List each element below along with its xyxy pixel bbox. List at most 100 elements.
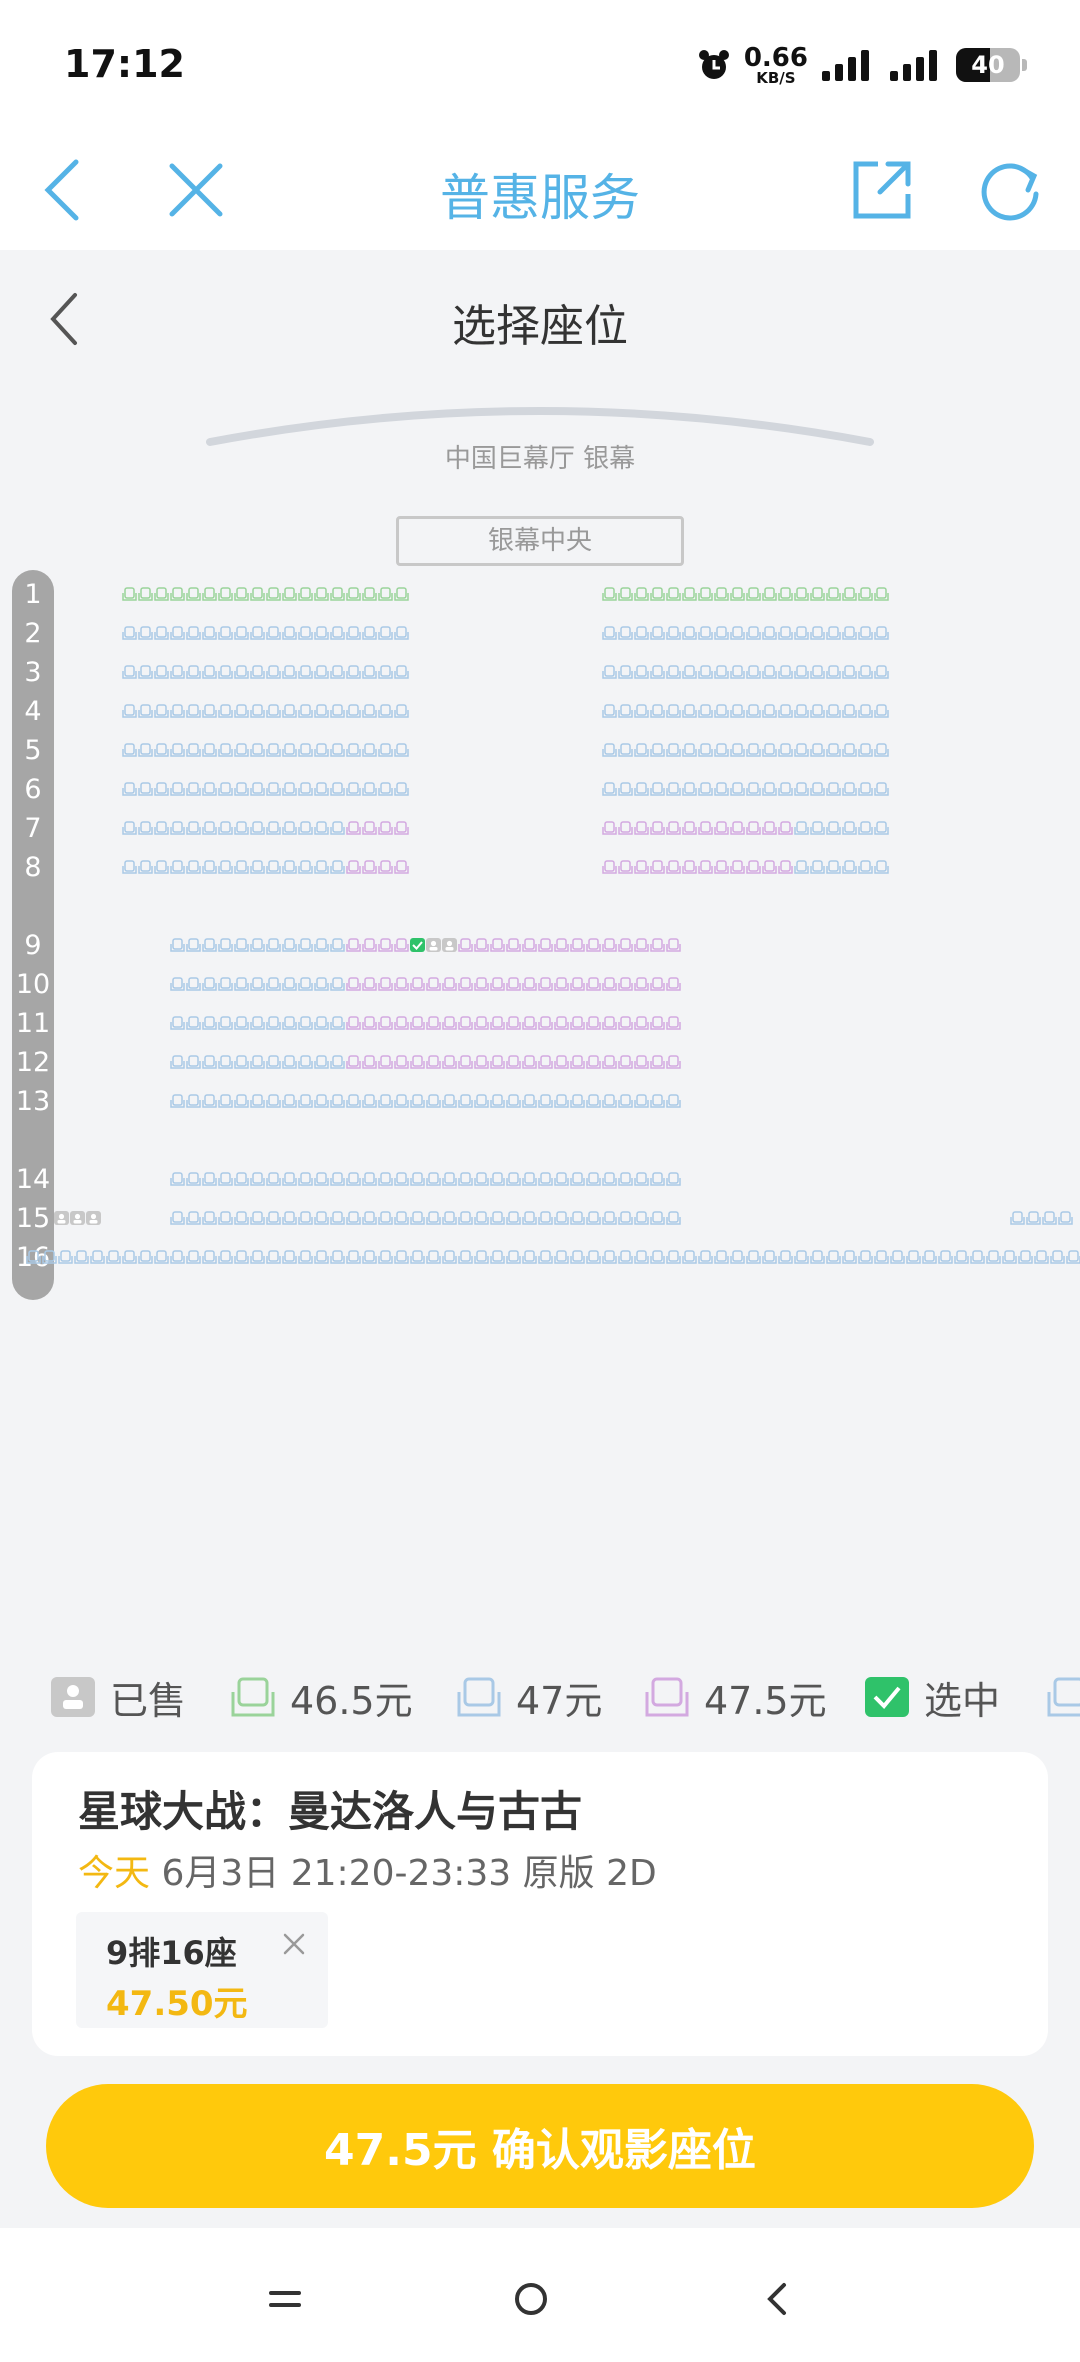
seat[interactable]: [634, 821, 649, 835]
seat[interactable]: [746, 860, 761, 874]
seat[interactable]: [1034, 1250, 1049, 1264]
seat[interactable]: [122, 587, 137, 601]
seat[interactable]: [298, 587, 313, 601]
seat[interactable]: [858, 665, 873, 679]
seat[interactable]: [554, 1250, 569, 1264]
seat[interactable]: [634, 1055, 649, 1069]
seat[interactable]: [218, 1211, 233, 1225]
seat[interactable]: [778, 782, 793, 796]
seat[interactable]: [282, 1016, 297, 1030]
seat[interactable]: [490, 977, 505, 991]
seat[interactable]: [138, 782, 153, 796]
seat[interactable]: [250, 938, 265, 952]
seat[interactable]: [650, 782, 665, 796]
seat[interactable]: [346, 977, 361, 991]
seat[interactable]: [186, 1055, 201, 1069]
seat[interactable]: [602, 1055, 617, 1069]
seat[interactable]: [650, 665, 665, 679]
seat[interactable]: [682, 587, 697, 601]
seat[interactable]: [218, 743, 233, 757]
seat[interactable]: [1058, 1211, 1073, 1225]
seat[interactable]: [714, 782, 729, 796]
seat[interactable]: [378, 704, 393, 718]
seat[interactable]: [170, 977, 185, 991]
seat[interactable]: [394, 821, 409, 835]
seat[interactable]: [842, 665, 857, 679]
seat[interactable]: [730, 821, 745, 835]
seat[interactable]: [522, 938, 537, 952]
seat[interactable]: [170, 782, 185, 796]
seat[interactable]: [378, 626, 393, 640]
seat[interactable]: [186, 743, 201, 757]
seat[interactable]: [74, 1250, 89, 1264]
seat[interactable]: [330, 743, 345, 757]
seat[interactable]: [650, 1055, 665, 1069]
seat[interactable]: [778, 1250, 793, 1264]
seat[interactable]: [682, 860, 697, 874]
seat[interactable]: [682, 782, 697, 796]
seat[interactable]: [234, 587, 249, 601]
seat[interactable]: [906, 1250, 921, 1264]
seat[interactable]: [362, 587, 377, 601]
seat[interactable]: [154, 743, 169, 757]
seat[interactable]: [314, 782, 329, 796]
seat[interactable]: [618, 1016, 633, 1030]
seat[interactable]: [650, 743, 665, 757]
seat[interactable]: [762, 626, 777, 640]
seat[interactable]: [170, 626, 185, 640]
seat[interactable]: [586, 1172, 601, 1186]
seat[interactable]: [218, 977, 233, 991]
seat[interactable]: [746, 587, 761, 601]
seat[interactable]: [170, 1016, 185, 1030]
seat[interactable]: [330, 938, 345, 952]
seat[interactable]: [458, 1211, 473, 1225]
seat[interactable]: [218, 860, 233, 874]
seat[interactable]: [890, 1250, 905, 1264]
seat[interactable]: [282, 938, 297, 952]
seat[interactable]: [794, 665, 809, 679]
seat[interactable]: [666, 1055, 681, 1069]
seat[interactable]: [570, 1250, 585, 1264]
seat[interactable]: [122, 821, 137, 835]
seat[interactable]: [746, 704, 761, 718]
seat[interactable]: [570, 1172, 585, 1186]
seat[interactable]: [250, 821, 265, 835]
seat[interactable]: [570, 938, 585, 952]
seat[interactable]: [346, 1250, 361, 1264]
seat[interactable]: [410, 1250, 425, 1264]
seat[interactable]: [810, 587, 825, 601]
seat[interactable]: [650, 1250, 665, 1264]
seat[interactable]: [378, 821, 393, 835]
seat[interactable]: [586, 1016, 601, 1030]
seat[interactable]: [618, 1250, 633, 1264]
seat[interactable]: [570, 1094, 585, 1108]
seat[interactable]: [202, 938, 217, 952]
seat[interactable]: [234, 860, 249, 874]
seat[interactable]: [794, 821, 809, 835]
seat[interactable]: [698, 665, 713, 679]
seat[interactable]: [250, 743, 265, 757]
seat[interactable]: [298, 1055, 313, 1069]
seat[interactable]: [170, 665, 185, 679]
seat[interactable]: [170, 743, 185, 757]
seat[interactable]: [378, 587, 393, 601]
seat[interactable]: [346, 782, 361, 796]
seat[interactable]: [666, 938, 681, 952]
seat[interactable]: [234, 1211, 249, 1225]
seat[interactable]: [554, 977, 569, 991]
seat[interactable]: [682, 1250, 697, 1264]
seat[interactable]: [682, 665, 697, 679]
seat[interactable]: [826, 587, 841, 601]
seat[interactable]: [314, 1094, 329, 1108]
seat[interactable]: [794, 860, 809, 874]
seat[interactable]: [298, 1172, 313, 1186]
seat[interactable]: [698, 821, 713, 835]
seat[interactable]: [122, 665, 137, 679]
seat[interactable]: [522, 1172, 537, 1186]
seat[interactable]: [202, 1016, 217, 1030]
seat[interactable]: [346, 743, 361, 757]
seat[interactable]: [474, 1211, 489, 1225]
seat[interactable]: [330, 1211, 345, 1225]
seat[interactable]: [970, 1250, 985, 1264]
seat[interactable]: [58, 1250, 73, 1264]
